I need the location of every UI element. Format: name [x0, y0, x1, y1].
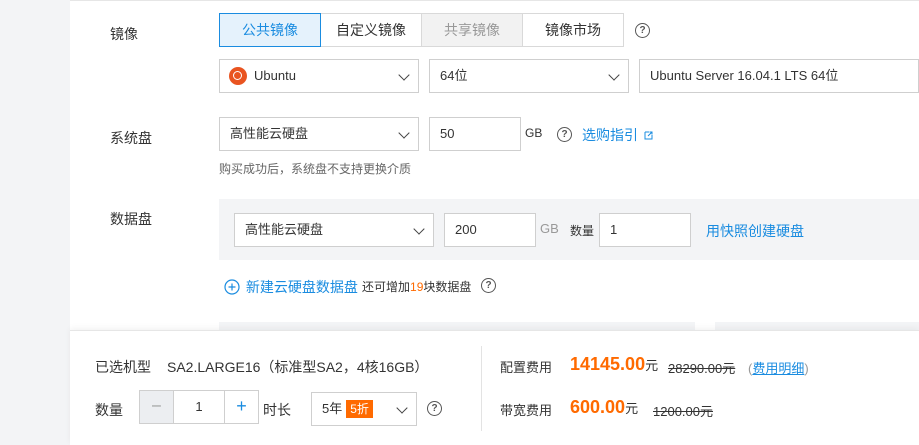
version-select-value: Ubuntu Server 16.04.1 LTS 64位 — [650, 68, 839, 83]
quantity-label: 数量 — [95, 402, 123, 418]
add-hint-count: 19 — [410, 280, 424, 294]
quantity-stepper: – 1 + — [139, 390, 259, 424]
data-disk-help-icon[interactable]: ? — [481, 278, 496, 293]
data-disk-unit: GB — [540, 221, 559, 236]
tab-custom-image[interactable]: 自定义镜像 — [320, 13, 422, 47]
bits-select-value: 64位 — [440, 68, 468, 83]
system-disk-label: 系统盘 — [110, 130, 152, 146]
chevron-down-icon — [398, 127, 410, 139]
page: 镜像 公共镜像 自定义镜像 共享镜像 镜像市场 ? Ubuntu 64位 Ubu… — [70, 0, 919, 445]
tab-public-image[interactable]: 公共镜像 — [219, 13, 321, 47]
config-fee-original: 28290.00元 — [668, 361, 736, 376]
duration-select[interactable]: 5年 5折 — [311, 392, 417, 426]
tab-image-market[interactable]: 镜像市场 — [522, 13, 624, 47]
config-fee-label: 配置费用 — [500, 360, 553, 375]
divider — [70, 0, 919, 1]
config-fee-unit: 元 — [645, 358, 659, 373]
image-tabs: 公共镜像 自定义镜像 共享镜像 镜像市场 — [219, 13, 624, 47]
panel-strip — [219, 322, 695, 330]
decrement-button[interactable]: – — [140, 391, 174, 423]
chevron-down-icon — [608, 69, 620, 81]
bandwidth-fee-unit: 元 — [625, 401, 639, 416]
increment-button[interactable]: + — [224, 391, 258, 423]
version-select[interactable]: Ubuntu Server 16.04.1 LTS 64位 — [639, 59, 919, 93]
fee-detail-link[interactable]: 费用明细 — [752, 361, 804, 376]
os-select-value: Ubuntu — [254, 68, 296, 83]
fee-detail-wrap: (费用明细) — [748, 361, 809, 376]
external-link-icon — [644, 131, 653, 140]
system-disk-type-value: 高性能云硬盘 — [230, 126, 309, 141]
add-data-disk-link[interactable]: 新建云硬盘数据盘 — [224, 277, 358, 297]
bandwidth-fee-label: 带宽费用 — [500, 403, 553, 418]
purchase-guide-link[interactable]: 选购指引 — [582, 125, 653, 145]
duration-label: 时长 — [263, 402, 291, 418]
add-hint-prefix: 还可增加 — [362, 280, 411, 294]
bandwidth-fee-value: 600.00 — [570, 397, 626, 417]
model-label: 已选机型 — [95, 359, 151, 375]
tab-shared-image[interactable]: 共享镜像 — [421, 13, 523, 47]
add-disk-hint: 还可增加19块数据盘 — [362, 278, 471, 295]
data-disk-label: 数据盘 — [110, 211, 152, 227]
duration-help-icon[interactable]: ? — [427, 401, 442, 416]
system-disk-type-select[interactable]: 高性能云硬盘 — [219, 117, 419, 151]
config-fee: 14145.00元 — [570, 354, 658, 375]
chevron-down-icon — [413, 223, 425, 235]
data-disk-count-input[interactable]: 1 — [599, 213, 691, 247]
add-hint-suffix: 块数据盘 — [423, 280, 472, 294]
config-fee-value: 14145.00 — [570, 354, 646, 374]
add-data-disk-text: 新建云硬盘数据盘 — [245, 279, 358, 295]
system-disk-unit: GB — [525, 126, 543, 140]
purchase-guide-text: 选购指引 — [582, 127, 638, 143]
system-disk-size-input[interactable]: 50 — [429, 117, 521, 151]
footer-divider — [481, 346, 482, 431]
bits-select[interactable]: 64位 — [429, 59, 629, 93]
image-help-icon[interactable]: ? — [635, 23, 650, 38]
data-disk-type-select[interactable]: 高性能云硬盘 — [234, 213, 434, 247]
add-circle-icon — [224, 279, 240, 295]
duration-value: 5年 — [322, 401, 343, 416]
image-label: 镜像 — [110, 26, 138, 42]
chevron-down-icon — [396, 402, 408, 414]
order-footer: 已选机型 SA2.LARGE16（标准型SA2，4核16GB） 数量 – 1 +… — [70, 330, 919, 445]
os-select[interactable]: Ubuntu — [219, 59, 419, 93]
quantity-value[interactable]: 1 — [174, 391, 224, 423]
system-disk-note: 购买成功后，系统盘不支持更换介质 — [219, 162, 412, 176]
system-disk-help-icon[interactable]: ? — [557, 127, 572, 142]
bandwidth-fee-original: 1200.00元 — [653, 404, 713, 419]
chevron-down-icon — [398, 69, 410, 81]
model-value: SA2.LARGE16（标准型SA2，4核16GB） — [167, 359, 429, 375]
data-disk-count-label: 数量 — [570, 224, 595, 238]
discount-badge: 5折 — [346, 400, 373, 418]
bandwidth-fee: 600.00元 — [570, 397, 638, 418]
ubuntu-logo-icon — [229, 67, 247, 85]
data-disk-type-value: 高性能云硬盘 — [245, 222, 324, 237]
data-disk-size-input[interactable]: 200 — [444, 213, 536, 247]
panel-strip — [715, 322, 919, 330]
snapshot-create-link[interactable]: 用快照创建硬盘 — [706, 221, 804, 241]
